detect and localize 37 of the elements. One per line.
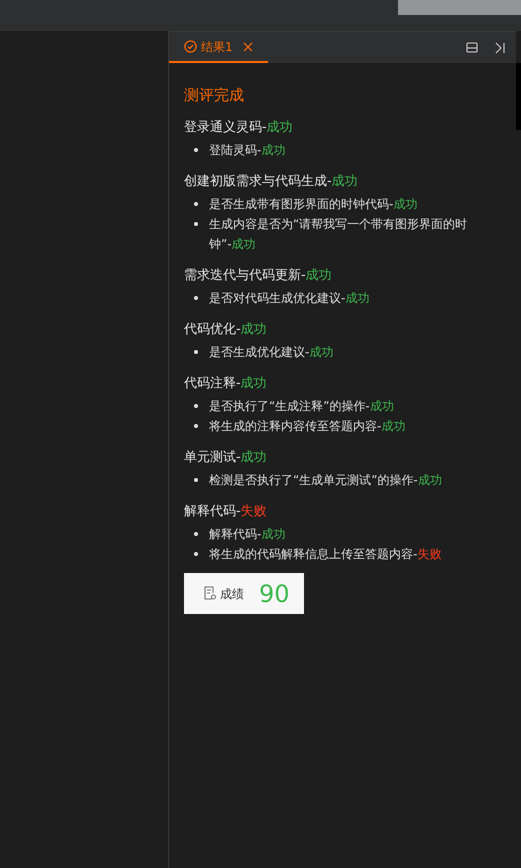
check-item: 解释代码-成功 [209, 526, 286, 543]
close-icon[interactable] [242, 42, 253, 52]
bullet-icon [194, 532, 198, 536]
check-item: 将生成的代码解释信息上传至答题内容-失败 [209, 546, 442, 563]
section-heading: 创建初版需求与代码生成-成功 [184, 173, 359, 191]
bullet-icon [194, 296, 198, 300]
section-heading: 解释代码-失败 [184, 503, 268, 521]
check-item: 将生成的注释内容传至答题内容-成功 [209, 418, 406, 435]
check-item: 生成内容是否为“请帮我写一个带有图形界面的时钟”-成功 [209, 216, 468, 253]
bullet-icon [194, 404, 198, 408]
section-heading: 代码注释-成功 [184, 375, 268, 393]
tab-label: 结果1 [201, 38, 233, 56]
result-tab[interactable]: 结果1 [169, 32, 268, 63]
score-value: 90 [259, 582, 290, 606]
bullet-icon [194, 148, 198, 152]
check-item: 检测是否执行了“生成单元测试”的操作-成功 [209, 472, 443, 489]
bullet-icon [194, 552, 198, 556]
check-circle-icon [184, 40, 197, 53]
check-item: 是否生成优化建议-成功 [209, 344, 334, 361]
check-item: 是否对代码生成优化建议-成功 [209, 290, 370, 307]
bullet-icon [194, 222, 198, 226]
bullet-icon [194, 350, 198, 354]
section-heading: 单元测试-成功 [184, 449, 268, 467]
bullet-icon [194, 202, 198, 206]
section-heading: 代码优化-成功 [184, 321, 268, 339]
report-icon [203, 586, 217, 601]
check-item: 是否生成带有图形界面的时钟代码-成功 [209, 196, 418, 213]
check-item: 登陆灵码-成功 [209, 142, 286, 159]
section-heading: 需求迭代与代码更新-成功 [184, 267, 333, 285]
bullet-icon [194, 478, 198, 482]
section-heading: 登录通义灵码-成功 [184, 119, 294, 137]
panel-layout-icon[interactable] [466, 42, 478, 53]
bullet-icon [194, 424, 198, 428]
collapse-icon[interactable] [494, 42, 506, 54]
result-title: 测评完成 [184, 85, 245, 105]
score-label: 成绩 [220, 586, 244, 602]
check-item: 是否执行了“生成注释”的操作-成功 [209, 398, 395, 415]
